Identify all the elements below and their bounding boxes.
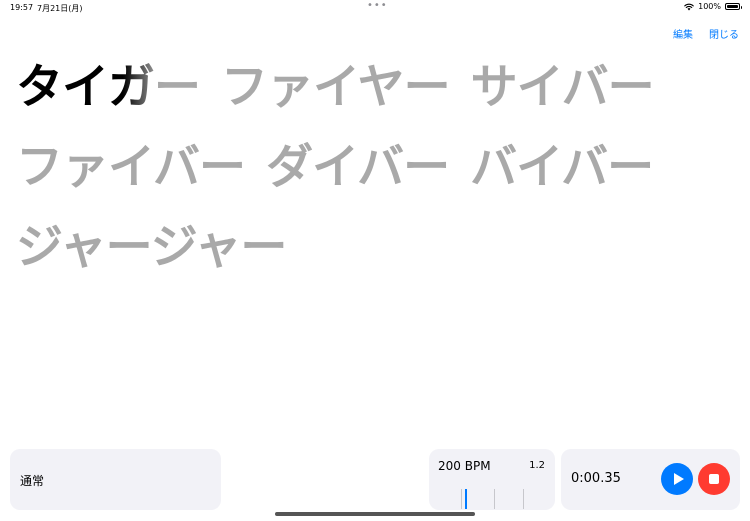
edit-button[interactable]: 編集 xyxy=(673,26,693,41)
tempo-panel[interactable]: 200 BPM 1.2 xyxy=(429,449,555,510)
lyric-word: ファイバー xyxy=(16,140,246,195)
multitasking-dots-icon[interactable]: ••• xyxy=(367,1,388,11)
wifi-icon xyxy=(684,3,694,10)
playback-rate-label: 1.2 xyxy=(529,460,545,471)
stop-icon xyxy=(709,474,719,484)
status-time: 19:57 xyxy=(10,3,34,12)
lyrics-practice-screen: 19:57 7月21日(月) ••• 100% 編集 閉じる タイガー ファイヤー… xyxy=(0,0,750,521)
mode-label: 通常 xyxy=(20,474,45,488)
status-date: 7月21日(月) xyxy=(37,4,83,13)
beat-tick xyxy=(523,489,524,509)
beat-tick xyxy=(461,489,462,509)
elapsed-time: 0:00.35 xyxy=(571,471,621,486)
home-indicator[interactable] xyxy=(275,512,475,516)
lyric-line: ジャージャー xyxy=(16,208,716,288)
battery-icon xyxy=(725,3,742,10)
status-bar: 19:57 7月21日(月) ••• 100% xyxy=(0,0,750,14)
lyric-word: タイガー xyxy=(16,60,201,115)
battery-percent: 100% xyxy=(698,2,721,11)
status-indicators: 100% xyxy=(684,2,742,11)
lyric-word: サイバー xyxy=(470,60,655,115)
lyric-word: ダイバー xyxy=(266,140,450,195)
battery-fill xyxy=(727,5,738,8)
lyric-word: バイバー xyxy=(470,140,654,195)
lyric-word: ジャージャー xyxy=(16,220,287,275)
lyric-line: ファイバー ダイバー バイバー xyxy=(16,128,716,208)
lyrics-display: タイガー ファイヤー サイバー ファイバー ダイバー バイバー ジャージャー xyxy=(16,48,716,288)
stop-button[interactable] xyxy=(698,463,730,495)
beat-tick xyxy=(494,489,495,509)
lyric-word: ファイヤー xyxy=(221,60,451,115)
lyric-line: タイガー ファイヤー サイバー xyxy=(16,48,716,128)
play-icon xyxy=(673,473,684,485)
bpm-label: 200 BPM xyxy=(438,459,491,473)
play-button[interactable] xyxy=(661,463,693,495)
beat-indicator xyxy=(429,487,555,509)
mode-selector[interactable]: 通常 xyxy=(10,449,221,510)
close-button[interactable]: 閉じる xyxy=(709,26,739,41)
transport-panel: 0:00.35 xyxy=(561,449,740,510)
beat-tick-current xyxy=(465,489,467,509)
